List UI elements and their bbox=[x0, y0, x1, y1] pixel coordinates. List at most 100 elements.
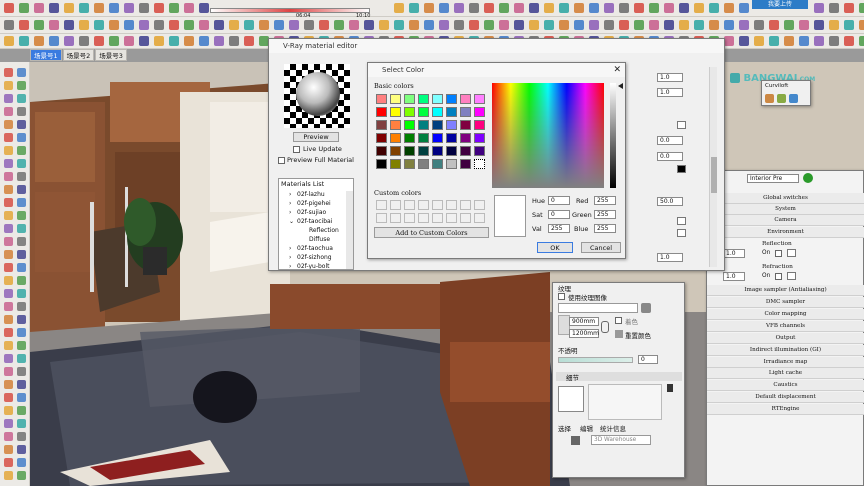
basic-color-swatch[interactable] bbox=[418, 133, 429, 143]
toolbar-rect-icon[interactable] bbox=[79, 3, 89, 13]
toolbar-rotate-icon[interactable] bbox=[454, 3, 464, 13]
opacity-field[interactable]: 0 bbox=[638, 355, 658, 364]
basic-color-swatch[interactable] bbox=[390, 120, 401, 130]
left-tool-line-icon[interactable] bbox=[4, 107, 13, 116]
toolbar-scale-icon[interactable] bbox=[709, 20, 719, 30]
rollout-default-displacement[interactable]: Default displacement bbox=[707, 392, 864, 403]
toolbar-eraser-icon[interactable] bbox=[154, 20, 164, 30]
basic-color-swatch[interactable] bbox=[418, 107, 429, 117]
left-tool-push-icon[interactable] bbox=[17, 263, 26, 272]
left-tool-line-icon[interactable] bbox=[4, 367, 13, 376]
toolbar-eraser-icon[interactable] bbox=[184, 3, 194, 13]
toolbar-scale-icon[interactable] bbox=[559, 20, 569, 30]
left-tool-rect-icon[interactable] bbox=[4, 133, 13, 142]
left-tool-rect-icon[interactable] bbox=[17, 120, 26, 129]
close-icon[interactable]: ✕ bbox=[613, 63, 621, 77]
toolbar-line-icon[interactable] bbox=[769, 20, 779, 30]
left-tool-rotate-icon[interactable] bbox=[17, 419, 26, 428]
basic-color-swatch[interactable] bbox=[446, 146, 457, 156]
basic-color-swatch[interactable] bbox=[404, 107, 415, 117]
basic-color-swatch[interactable] bbox=[460, 94, 471, 104]
basic-color-swatch[interactable] bbox=[460, 133, 471, 143]
left-tool-arc-icon[interactable] bbox=[17, 367, 26, 376]
green-field[interactable]: 255 bbox=[594, 210, 616, 219]
toolbar-rotate-icon[interactable] bbox=[724, 36, 734, 46]
basic-color-swatch[interactable] bbox=[474, 159, 485, 169]
material-list-item[interactable]: 02f-taocibai bbox=[297, 218, 332, 225]
toolbar-rect-icon[interactable] bbox=[649, 20, 659, 30]
left-tool-eraser-icon[interactable] bbox=[17, 81, 26, 90]
toolbar-push-icon[interactable] bbox=[424, 3, 434, 13]
toolbar-eraser-icon[interactable] bbox=[664, 3, 674, 13]
toolbar-push-icon[interactable] bbox=[514, 20, 524, 30]
toolbar-move-icon[interactable] bbox=[229, 20, 239, 30]
toolbar-eraser-icon[interactable] bbox=[784, 36, 794, 46]
left-tool-paint-icon[interactable] bbox=[4, 211, 13, 220]
material-list-item[interactable]: 02f-taochua bbox=[297, 245, 333, 252]
scene-tab-1[interactable]: 场景号1 bbox=[30, 49, 62, 61]
browse-texture-icon[interactable] bbox=[641, 303, 651, 313]
toolbar-scale-icon[interactable] bbox=[109, 20, 119, 30]
toolbar-arc-icon[interactable] bbox=[214, 36, 224, 46]
toolbar-scale-icon[interactable] bbox=[139, 36, 149, 46]
left-tool-select-icon[interactable] bbox=[17, 185, 26, 194]
basic-color-swatch[interactable] bbox=[376, 133, 387, 143]
toolbar-scale-icon[interactable] bbox=[409, 20, 419, 30]
toolbar-eraser-icon[interactable] bbox=[304, 20, 314, 30]
basic-color-swatch[interactable] bbox=[390, 159, 401, 169]
toolbar-push-icon[interactable] bbox=[244, 36, 254, 46]
left-tool-select-icon[interactable] bbox=[4, 68, 13, 77]
material-list-item[interactable]: Diffuse bbox=[309, 236, 330, 243]
rollout-irradiance-map[interactable]: Irradiance map bbox=[707, 357, 864, 368]
shadow-time-slider[interactable] bbox=[210, 8, 370, 13]
material-list-item[interactable]: Reflection bbox=[309, 227, 339, 234]
left-tool-move-icon[interactable] bbox=[17, 406, 26, 415]
material-param-field[interactable]: 0.0 bbox=[657, 136, 683, 145]
toolbar-rect-icon[interactable] bbox=[499, 20, 509, 30]
rollout-environment[interactable]: Environment bbox=[707, 227, 864, 238]
basic-color-swatch[interactable] bbox=[446, 159, 457, 169]
preset-dropdown[interactable]: Interior Pre bbox=[747, 174, 799, 183]
red-field[interactable]: 255 bbox=[594, 196, 616, 205]
left-tool-arc-icon[interactable] bbox=[4, 250, 13, 259]
left-tool-eraser-icon[interactable] bbox=[17, 211, 26, 220]
left-tool-paint-icon[interactable] bbox=[17, 328, 26, 337]
toolbar-paint-icon[interactable] bbox=[169, 36, 179, 46]
left-tool-rotate-icon[interactable] bbox=[4, 432, 13, 441]
toolbar-move-icon[interactable] bbox=[589, 3, 599, 13]
toolbar-select-icon[interactable] bbox=[844, 3, 854, 13]
left-tool-select-icon[interactable] bbox=[17, 445, 26, 454]
toolbar-eraser-icon[interactable] bbox=[754, 20, 764, 30]
chevron-down-icon[interactable]: ⌄ bbox=[289, 218, 294, 225]
toolbar-move-icon[interactable] bbox=[859, 36, 864, 46]
custom-color-swatch[interactable] bbox=[418, 200, 429, 210]
material-list-item[interactable]: 02f-sujiao bbox=[297, 209, 326, 216]
texture-width-field[interactable]: 900mm bbox=[569, 317, 599, 326]
toolbar-move-icon[interactable] bbox=[109, 3, 119, 13]
vray-editor-scrollbar[interactable] bbox=[709, 67, 717, 267]
toolbar-scale-icon[interactable] bbox=[619, 3, 629, 13]
toolbar-select-icon[interactable] bbox=[424, 20, 434, 30]
toolbar-line-icon[interactable] bbox=[799, 36, 809, 46]
toolbar-rect-icon[interactable] bbox=[709, 3, 719, 13]
left-tool-eraser-icon[interactable] bbox=[4, 94, 13, 103]
basic-color-swatch[interactable] bbox=[376, 107, 387, 117]
chevron-right-icon[interactable]: › bbox=[289, 254, 291, 261]
details-header[interactable]: 细节 bbox=[556, 372, 682, 382]
left-tool-push-icon[interactable] bbox=[17, 393, 26, 402]
toolbar-rotate-icon[interactable] bbox=[244, 20, 254, 30]
skin-icon[interactable] bbox=[777, 94, 786, 103]
left-tool-scale-icon[interactable] bbox=[17, 302, 26, 311]
toolbar-arc-icon[interactable] bbox=[64, 3, 74, 13]
sat-field[interactable]: 0 bbox=[548, 210, 570, 219]
custom-color-swatch[interactable] bbox=[390, 200, 401, 210]
materials-list-scrollbar[interactable] bbox=[346, 191, 353, 269]
toolbar-rect-icon[interactable] bbox=[199, 20, 209, 30]
toolbar-line-icon[interactable] bbox=[169, 20, 179, 30]
toolbar-arc-icon[interactable] bbox=[544, 3, 554, 13]
luminance-arrow-icon[interactable] bbox=[618, 83, 623, 89]
toolbar-arc-icon[interactable] bbox=[484, 20, 494, 30]
toolbar-arc-icon[interactable] bbox=[334, 20, 344, 30]
scrollbar-thumb[interactable] bbox=[711, 157, 717, 193]
left-tool-paint-icon[interactable] bbox=[4, 341, 13, 350]
